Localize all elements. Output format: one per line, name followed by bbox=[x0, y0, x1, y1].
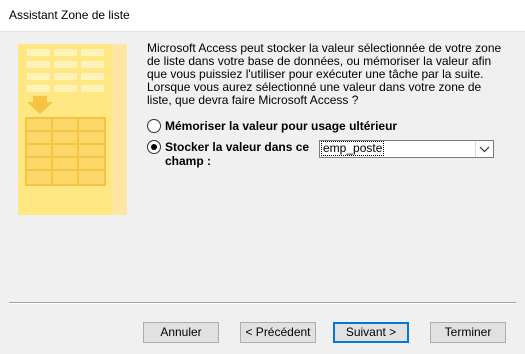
field-combobox[interactable]: emp_poste bbox=[319, 140, 494, 158]
window-title: Assistant Zone de liste bbox=[9, 8, 130, 22]
radio-selected-dot bbox=[151, 144, 157, 150]
store-value-label-line2[interactable]: champ : bbox=[165, 154, 211, 168]
next-button[interactable]: Suivant > bbox=[333, 322, 409, 343]
cancel-button[interactable]: Annuler bbox=[143, 322, 219, 343]
wizard-illustration bbox=[18, 44, 127, 215]
title-bar: Assistant Zone de liste bbox=[0, 0, 525, 31]
field-combobox-value: emp_poste bbox=[320, 141, 385, 156]
remember-value-radio[interactable] bbox=[147, 119, 161, 133]
remember-value-label[interactable]: Mémoriser la valeur pour usage ultérieur bbox=[165, 119, 397, 133]
store-value-radio[interactable] bbox=[147, 140, 161, 154]
store-value-label-line1[interactable]: Stocker la valeur dans ce bbox=[165, 140, 309, 154]
wizard-body: Microsoft Access peut stocker la valeur … bbox=[0, 32, 525, 354]
wizard-description: Microsoft Access peut stocker la valeur … bbox=[147, 41, 502, 107]
chevron-down-icon bbox=[479, 146, 490, 153]
table-illustration-icon bbox=[25, 49, 106, 186]
combo-dropdown-button[interactable] bbox=[475, 141, 493, 157]
previous-button[interactable]: < Précédent bbox=[240, 322, 316, 343]
next-button-label: Suivant > bbox=[345, 325, 397, 339]
finish-button[interactable]: Terminer bbox=[430, 322, 506, 343]
